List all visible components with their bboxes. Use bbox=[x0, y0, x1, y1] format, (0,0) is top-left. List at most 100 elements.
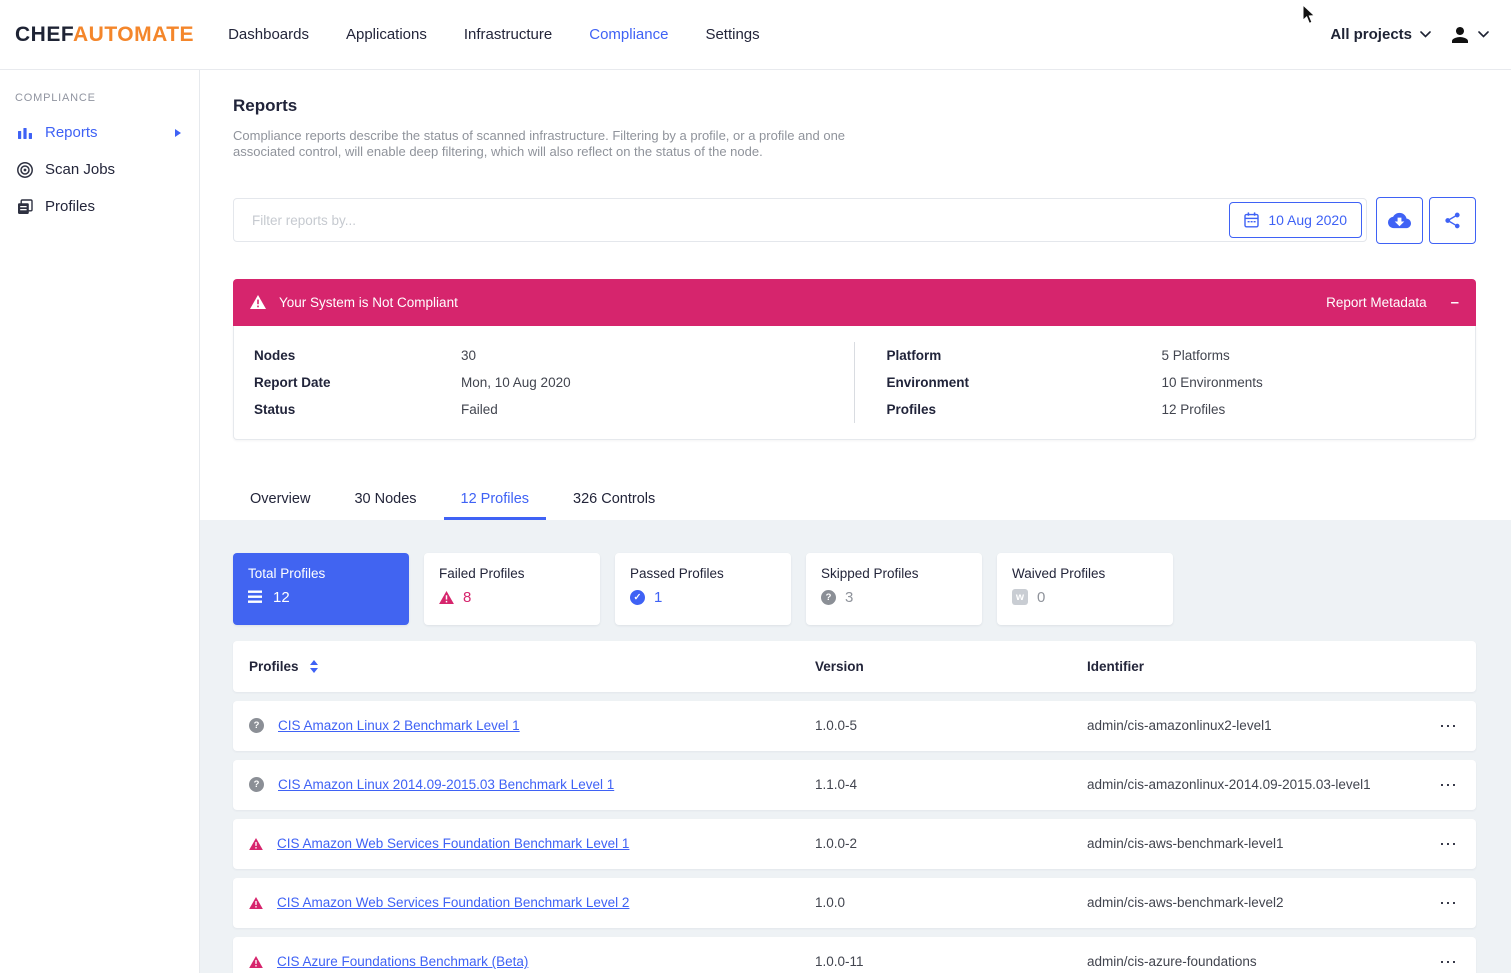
report-tabs: Overview 30 Nodes 12 Profiles 326 Contro… bbox=[233, 481, 1476, 520]
profiles-table: Profiles Version Identifier ? CIS Amazon… bbox=[233, 641, 1476, 973]
sidebar-item-profiles[interactable]: Profiles bbox=[0, 188, 199, 225]
failed-triangle-icon bbox=[249, 838, 263, 850]
page-description: Compliance reports describe the status o… bbox=[233, 128, 851, 161]
failed-profiles-card[interactable]: Failed Profiles 8 bbox=[424, 553, 600, 625]
card-value: 8 bbox=[463, 589, 471, 606]
profile-version: 1.1.0-4 bbox=[815, 777, 1087, 792]
failed-triangle-icon bbox=[439, 591, 454, 604]
main-content: Reports Compliance reports describe the … bbox=[200, 70, 1511, 973]
metadata-row: Profiles 12 Profiles bbox=[887, 396, 1456, 423]
projects-dropdown-label: All projects bbox=[1330, 26, 1412, 43]
profile-identifier: admin/cis-aws-benchmark-level1 bbox=[1087, 836, 1430, 851]
card-label: Skipped Profiles bbox=[821, 566, 967, 581]
table-row: CIS Azure Foundations Benchmark (Beta) 1… bbox=[233, 937, 1476, 973]
metadata-value: Failed bbox=[461, 396, 498, 423]
card-label: Passed Profiles bbox=[630, 566, 776, 581]
table-row: ? CIS Amazon Linux 2014.09-2015.03 Bench… bbox=[233, 760, 1476, 810]
metadata-row: Environment 10 Environments bbox=[887, 369, 1456, 396]
card-value: 1 bbox=[654, 589, 662, 606]
sidebar-item-reports[interactable]: Reports bbox=[0, 114, 199, 151]
cloud-download-icon bbox=[1388, 209, 1411, 232]
metadata-value: Mon, 10 Aug 2020 bbox=[461, 369, 571, 396]
skipped-profiles-card[interactable]: Skipped Profiles ? 3 bbox=[806, 553, 982, 625]
metadata-label: Profiles bbox=[887, 396, 1162, 423]
profile-version: 1.0.0 bbox=[815, 895, 1087, 910]
chef-automate-logo[interactable]: CHEFAUTOMATE bbox=[15, 23, 194, 47]
sort-toggle[interactable] bbox=[310, 660, 318, 673]
tab-overview[interactable]: Overview bbox=[233, 481, 327, 520]
tab-profiles[interactable]: 12 Profiles bbox=[444, 481, 547, 520]
filter-box: 10 Aug 2020 bbox=[233, 198, 1367, 242]
metadata-row: Status Failed bbox=[254, 396, 834, 423]
skipped-question-icon: ? bbox=[249, 777, 264, 792]
profile-link[interactable]: CIS Azure Foundations Benchmark (Beta) bbox=[277, 954, 528, 969]
date-picker-button[interactable]: 10 Aug 2020 bbox=[1229, 202, 1362, 238]
profile-link[interactable]: CIS Amazon Linux 2 Benchmark Level 1 bbox=[278, 718, 520, 733]
banner-message: Your System is Not Compliant bbox=[279, 295, 458, 310]
nav-applications[interactable]: Applications bbox=[346, 26, 427, 43]
date-picker-value: 10 Aug 2020 bbox=[1268, 212, 1347, 228]
tab-nodes[interactable]: 30 Nodes bbox=[337, 481, 433, 520]
metadata-value: 12 Profiles bbox=[1162, 396, 1226, 423]
card-label: Failed Profiles bbox=[439, 566, 585, 581]
waived-badge-icon: w bbox=[1012, 589, 1028, 605]
tab-controls[interactable]: 326 Controls bbox=[556, 481, 672, 520]
sidebar-section-title: COMPLIANCE bbox=[15, 92, 199, 104]
radar-icon bbox=[15, 161, 35, 179]
skipped-question-icon: ? bbox=[249, 718, 264, 733]
waived-profiles-card[interactable]: Waived Profiles w 0 bbox=[997, 553, 1173, 625]
passed-check-icon: ✓ bbox=[630, 590, 645, 605]
metadata-row: Nodes 30 bbox=[254, 342, 834, 369]
card-value: 12 bbox=[273, 589, 290, 606]
download-report-button[interactable] bbox=[1376, 197, 1423, 244]
card-label: Waived Profiles bbox=[1012, 566, 1158, 581]
metadata-label: Environment bbox=[887, 369, 1162, 396]
sidebar-item-label: Profiles bbox=[45, 198, 95, 215]
nav-settings[interactable]: Settings bbox=[705, 26, 759, 43]
metadata-label: Platform bbox=[887, 342, 1162, 369]
compliance-sidebar: COMPLIANCE Reports Scan Jobs Profiles bbox=[0, 70, 200, 973]
list-icon bbox=[248, 590, 264, 604]
chevron-down-icon bbox=[1478, 31, 1489, 38]
chevron-down-icon bbox=[1420, 31, 1431, 38]
metadata-label: Status bbox=[254, 396, 461, 423]
sidebar-item-scan-jobs[interactable]: Scan Jobs bbox=[0, 151, 199, 188]
profile-status-cards: Total Profiles 12 Failed Profiles 8 Pass… bbox=[233, 553, 1476, 625]
metadata-label: Nodes bbox=[254, 342, 461, 369]
sort-asc-icon bbox=[310, 660, 318, 665]
column-identifier: Identifier bbox=[1087, 659, 1430, 674]
profile-version: 1.0.0-5 bbox=[815, 718, 1087, 733]
projects-dropdown[interactable]: All projects bbox=[1330, 26, 1431, 43]
total-profiles-card[interactable]: Total Profiles 12 bbox=[233, 553, 409, 625]
nav-infrastructure[interactable]: Infrastructure bbox=[464, 26, 552, 43]
passed-profiles-card[interactable]: Passed Profiles ✓ 1 bbox=[615, 553, 791, 625]
report-metadata-label: Report Metadata bbox=[1326, 295, 1427, 310]
failed-triangle-icon bbox=[249, 956, 263, 968]
main-nav: Dashboards Applications Infrastructure C… bbox=[228, 26, 760, 43]
profile-link[interactable]: CIS Amazon Web Services Foundation Bench… bbox=[277, 836, 629, 851]
share-report-button[interactable] bbox=[1429, 197, 1476, 244]
metadata-label: Report Date bbox=[254, 369, 461, 396]
collapse-metadata-button[interactable]: – bbox=[1451, 295, 1459, 310]
caret-right-icon bbox=[175, 129, 181, 137]
share-icon bbox=[1443, 211, 1462, 230]
column-profiles: Profiles bbox=[249, 659, 299, 674]
metadata-value: 5 Platforms bbox=[1162, 342, 1230, 369]
profile-identifier: admin/cis-amazonlinux2-level1 bbox=[1087, 718, 1430, 733]
nav-dashboards[interactable]: Dashboards bbox=[228, 26, 309, 43]
profile-identifier: admin/cis-amazonlinux-2014.09-2015.03-le… bbox=[1087, 777, 1430, 792]
profile-link[interactable]: CIS Amazon Linux 2014.09-2015.03 Benchma… bbox=[278, 777, 614, 792]
filter-reports-input[interactable] bbox=[234, 213, 1229, 228]
table-row: CIS Amazon Web Services Foundation Bench… bbox=[233, 878, 1476, 928]
profile-link[interactable]: CIS Amazon Web Services Foundation Bench… bbox=[277, 895, 629, 910]
nav-compliance[interactable]: Compliance bbox=[589, 26, 668, 43]
metadata-row: Report Date Mon, 10 Aug 2020 bbox=[254, 369, 834, 396]
user-menu[interactable] bbox=[1448, 23, 1489, 47]
profiles-section: Total Profiles 12 Failed Profiles 8 Pass… bbox=[200, 520, 1511, 973]
column-version: Version bbox=[815, 659, 1087, 674]
sidebar-item-label: Scan Jobs bbox=[45, 161, 115, 178]
failed-triangle-icon bbox=[249, 897, 263, 909]
card-value: 0 bbox=[1037, 589, 1045, 606]
profile-identifier: admin/cis-aws-benchmark-level2 bbox=[1087, 895, 1430, 910]
metadata-value: 30 bbox=[461, 342, 476, 369]
